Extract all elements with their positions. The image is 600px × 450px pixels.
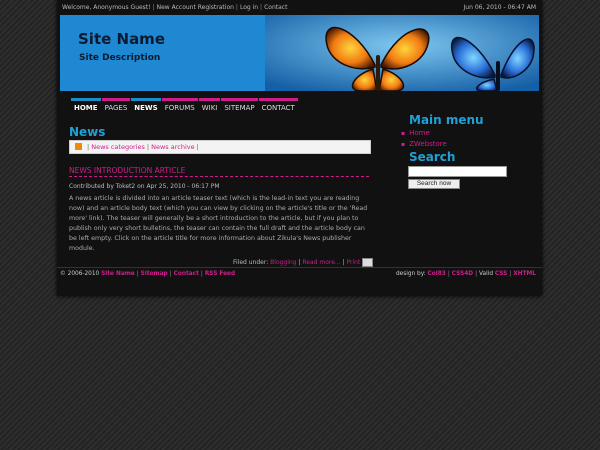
main-nav: HOME PAGES NEWS FORUMS WIKI SITEMAP CONTACT [71,95,299,113]
search-button[interactable]: Search now [408,179,460,189]
site-name[interactable]: Site Name [78,30,165,48]
article-meta: Contributed by Toket2 on Apr 25, 2010 - … [69,183,220,190]
page-title: News [69,125,106,139]
footer-right: design by: Col83 | CSS4D | Valid CSS | XHTML [395,271,536,277]
nav-sitemap[interactable]: SITEMAP [221,98,258,115]
news-archive-link[interactable]: News archive [151,143,195,151]
xhtml-valid-link[interactable]: XHTML [513,271,536,277]
print-icon[interactable] [362,258,374,267]
copyright-text: © 2006-2010 [60,271,100,277]
rss-icon[interactable] [75,142,82,150]
menu-item-zwebstore[interactable]: ZWebstore [401,139,447,150]
header-banner: Site Name Site Description [60,15,539,91]
footer-site-name-link[interactable]: Site Name [101,271,135,277]
butterflies-image [265,15,539,91]
footer-rss-link[interactable]: RSS Feed [205,271,235,277]
search-input[interactable] [408,166,507,177]
nav-forums[interactable]: FORUMS [161,98,198,115]
category-link[interactable]: Blogging [270,259,296,266]
designer2-link[interactable]: CSS4D [452,271,473,277]
footer: © 2006-2010 Site Name | Sitemap | Contact | RS… [57,267,542,280]
article-title[interactable]: NEWS INTRODUCTION ARTICLE [69,166,369,177]
designer-link[interactable]: Col83 [428,271,446,277]
register-link[interactable]: New Account Registration [157,4,234,11]
read-more-link[interactable]: Read more... [302,259,340,266]
nav-home[interactable]: HOME [71,98,101,115]
news-links-bar: | News categories | News archive | [69,140,371,154]
main-menu-list: Home ZWebstore [401,128,447,150]
article-teaser: A news article is divided into an articl… [69,195,368,252]
footer-sitemap-link[interactable]: Sitemap [141,271,168,277]
print-link[interactable]: Print [347,259,361,266]
site-description: Site Description [79,53,161,63]
top-bar: Welcome, Anonymous Guest! | New Account Re… [57,0,542,15]
top-bar-links: Welcome, Anonymous Guest! | New Account Re… [62,4,288,11]
login-link[interactable]: Log in [240,4,258,11]
nav-wiki[interactable]: WIKI [198,98,221,115]
footer-contact-link[interactable]: Contact [174,271,199,277]
contact-link[interactable]: Contact [264,4,287,11]
css-valid-link[interactable]: CSS [495,271,507,277]
news-categories-link[interactable]: News categories [91,143,145,151]
welcome-text: Welcome, Anonymous Guest! [62,4,151,11]
nav-contact[interactable]: CONTACT [258,98,298,115]
header-title-box: Site Name Site Description [60,15,265,91]
filed-under-label: Filed under: [233,259,269,266]
datetime: Jun 06, 2010 - 06:47 AM [463,4,536,11]
nav-pages[interactable]: PAGES [101,98,131,115]
article-footer: Filed under: Blogging | Read more... | P… [233,258,374,267]
footer-left: © 2006-2010 Site Name | Sitemap | Contact | RS… [60,271,236,277]
designed-by-label: design by: [395,271,426,277]
nav-news[interactable]: NEWS [131,98,161,115]
menu-item-home[interactable]: Home [401,128,447,139]
page-wrapper: Welcome, Anonymous Guest! | New Account Re… [57,0,542,296]
search-title: Search [409,150,456,164]
valid-label: Valid [479,271,493,277]
main-menu-title: Main menu [409,113,484,127]
